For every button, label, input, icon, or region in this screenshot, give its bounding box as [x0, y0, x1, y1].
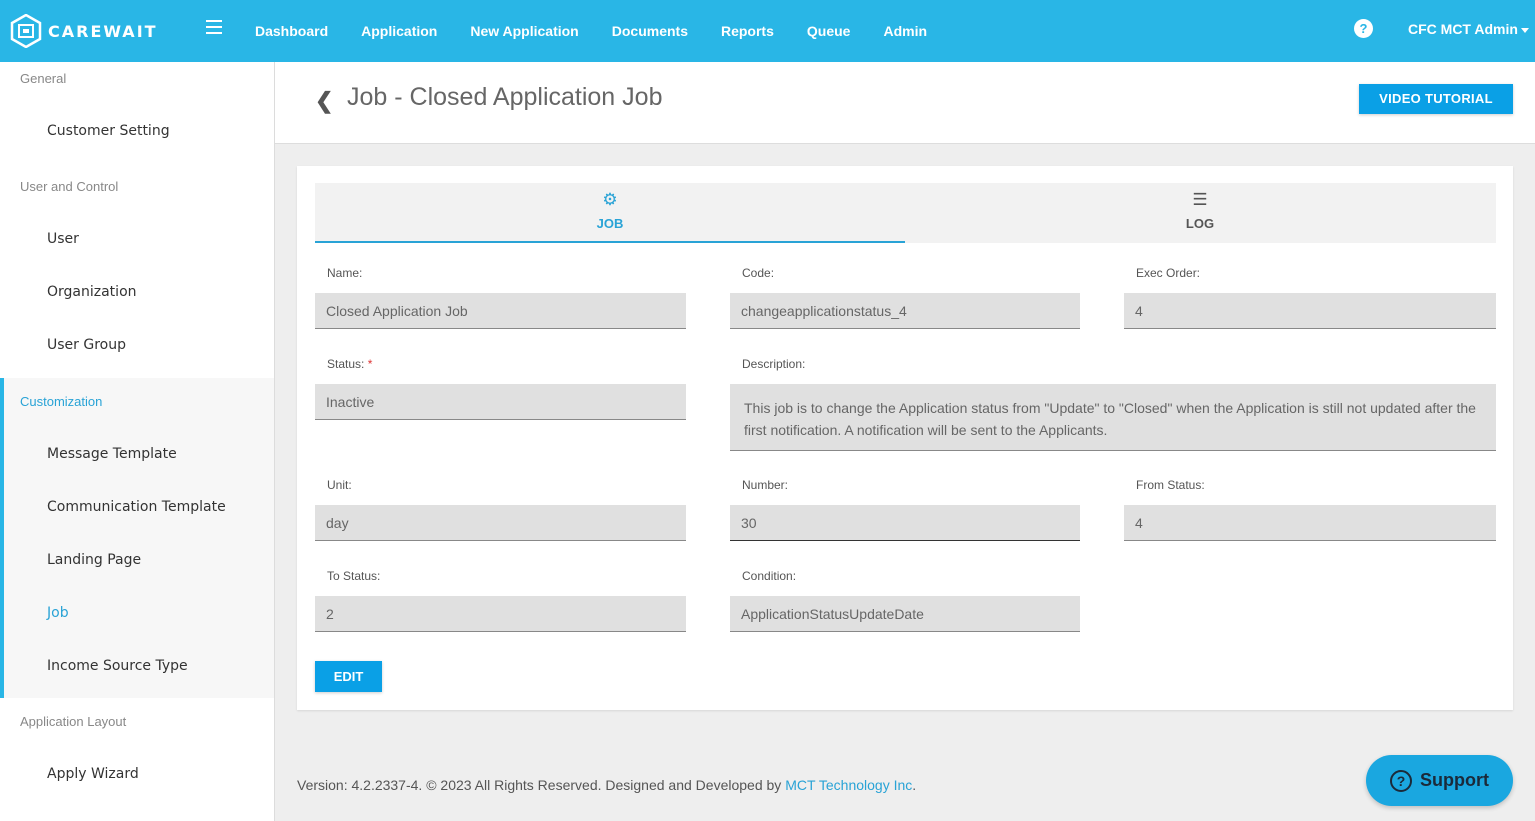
sidebar-item-message-template[interactable]: Message Template	[47, 446, 177, 462]
nav-queue[interactable]: Queue	[807, 23, 851, 39]
footer-end: .	[912, 777, 917, 793]
page-header: ❮ Job - Closed Application Job VIDEO TUT…	[275, 62, 1535, 144]
sidebar-heading-user-and-control: User and Control	[20, 179, 119, 194]
question-circle-icon: ?	[1390, 769, 1412, 792]
exec-order-label: Exec Order:	[1136, 266, 1201, 280]
sidebar-item-job[interactable]: Job	[47, 605, 69, 621]
to-status-field[interactable]: 2	[315, 596, 686, 632]
nav-documents[interactable]: Documents	[612, 23, 688, 39]
sidebar: General Customer Setting User and Contro…	[0, 62, 275, 821]
description-field[interactable]: This job is to change the Application st…	[730, 384, 1496, 451]
logo-text: CAREWAIT	[48, 21, 158, 41]
nav-new-application[interactable]: New Application	[470, 23, 578, 39]
to-status-label: To Status:	[327, 569, 381, 583]
status-label-text: Status:	[327, 357, 365, 371]
gear-icon: ⚙	[602, 190, 618, 209]
sidebar-item-communication-template[interactable]: Communication Template	[47, 499, 226, 515]
footer-text: Version: 4.2.2337-4. © 2023 All Rights R…	[297, 777, 786, 793]
sidebar-item-apply-wizard[interactable]: Apply Wizard	[47, 766, 139, 782]
sidebar-heading-customization[interactable]: Customization	[20, 394, 102, 409]
number-label: Number:	[742, 478, 789, 492]
footer: Version: 4.2.2337-4. © 2023 All Rights R…	[297, 777, 916, 793]
nav-dashboard[interactable]: Dashboard	[255, 23, 328, 39]
support-label: Support	[1420, 770, 1489, 790]
sidebar-item-income-source-type[interactable]: Income Source Type	[47, 658, 188, 674]
main-nav: Dashboard Application New Application Do…	[255, 0, 960, 62]
code-label: Code:	[742, 266, 775, 280]
support-button[interactable]: ? Support	[1366, 755, 1513, 806]
unit-field[interactable]: day	[315, 505, 686, 541]
name-field[interactable]: Closed Application Job	[315, 293, 686, 329]
caret-down-icon	[1520, 27, 1529, 33]
tab-log-label: LOG	[1185, 216, 1215, 231]
user-menu[interactable]: CFC MCT Admin	[1408, 21, 1529, 37]
back-chevron-icon[interactable]: ❮	[315, 88, 333, 114]
nav-reports[interactable]: Reports	[721, 23, 774, 39]
exec-order-field[interactable]: 4	[1124, 293, 1496, 329]
carewait-logo[interactable]: CAREWAIT	[10, 14, 158, 48]
code-field[interactable]: changeapplicationstatus_4	[730, 293, 1080, 329]
sidebar-item-customer-setting[interactable]: Customer Setting	[47, 123, 170, 139]
job-detail-card: ⚙ JOB ☰ LOG Name: Closed Application Job…	[297, 166, 1513, 710]
description-label: Description:	[742, 357, 806, 371]
video-tutorial-button[interactable]: VIDEO TUTORIAL	[1359, 84, 1513, 114]
tab-log[interactable]: ☰ LOG	[905, 183, 1495, 243]
help-icon[interactable]: ?	[1354, 19, 1373, 38]
sidebar-item-user[interactable]: User	[47, 231, 79, 247]
page-title: Job - Closed Application Job	[347, 83, 663, 111]
top-navbar: CAREWAIT Dashboard Application New Appli…	[0, 0, 1535, 62]
edit-button[interactable]: EDIT	[315, 661, 382, 692]
sidebar-heading-application-layout: Application Layout	[20, 714, 127, 729]
status-label: Status: *	[327, 357, 372, 371]
user-name: CFC MCT Admin	[1408, 21, 1518, 37]
condition-label: Condition:	[742, 569, 797, 583]
nav-application[interactable]: Application	[361, 23, 437, 39]
condition-field[interactable]: ApplicationStatusUpdateDate	[730, 596, 1080, 632]
tab-job-label: JOB	[596, 216, 624, 231]
nav-admin[interactable]: Admin	[883, 23, 927, 39]
logo-icon	[10, 14, 42, 48]
list-icon: ☰	[1192, 190, 1208, 209]
sidebar-active-section	[0, 378, 274, 698]
sidebar-item-organization[interactable]: Organization	[47, 284, 137, 300]
from-status-label: From Status:	[1136, 478, 1205, 492]
unit-label: Unit:	[327, 478, 352, 492]
sidebar-heading-general: General	[20, 71, 67, 86]
tab-job[interactable]: ⚙ JOB	[315, 183, 905, 243]
tab-bar: ⚙ JOB ☰ LOG	[315, 183, 1496, 243]
footer-company-link[interactable]: MCT Technology Inc	[785, 777, 912, 793]
menu-toggle-icon[interactable]	[206, 20, 222, 34]
from-status-field[interactable]: 4	[1124, 505, 1496, 541]
sidebar-item-landing-page[interactable]: Landing Page	[47, 552, 141, 568]
status-field[interactable]: Inactive	[315, 384, 686, 420]
sidebar-item-user-group[interactable]: User Group	[47, 337, 126, 353]
required-mark: *	[367, 357, 373, 371]
number-field[interactable]: 30	[730, 505, 1080, 541]
name-label: Name:	[327, 266, 363, 280]
